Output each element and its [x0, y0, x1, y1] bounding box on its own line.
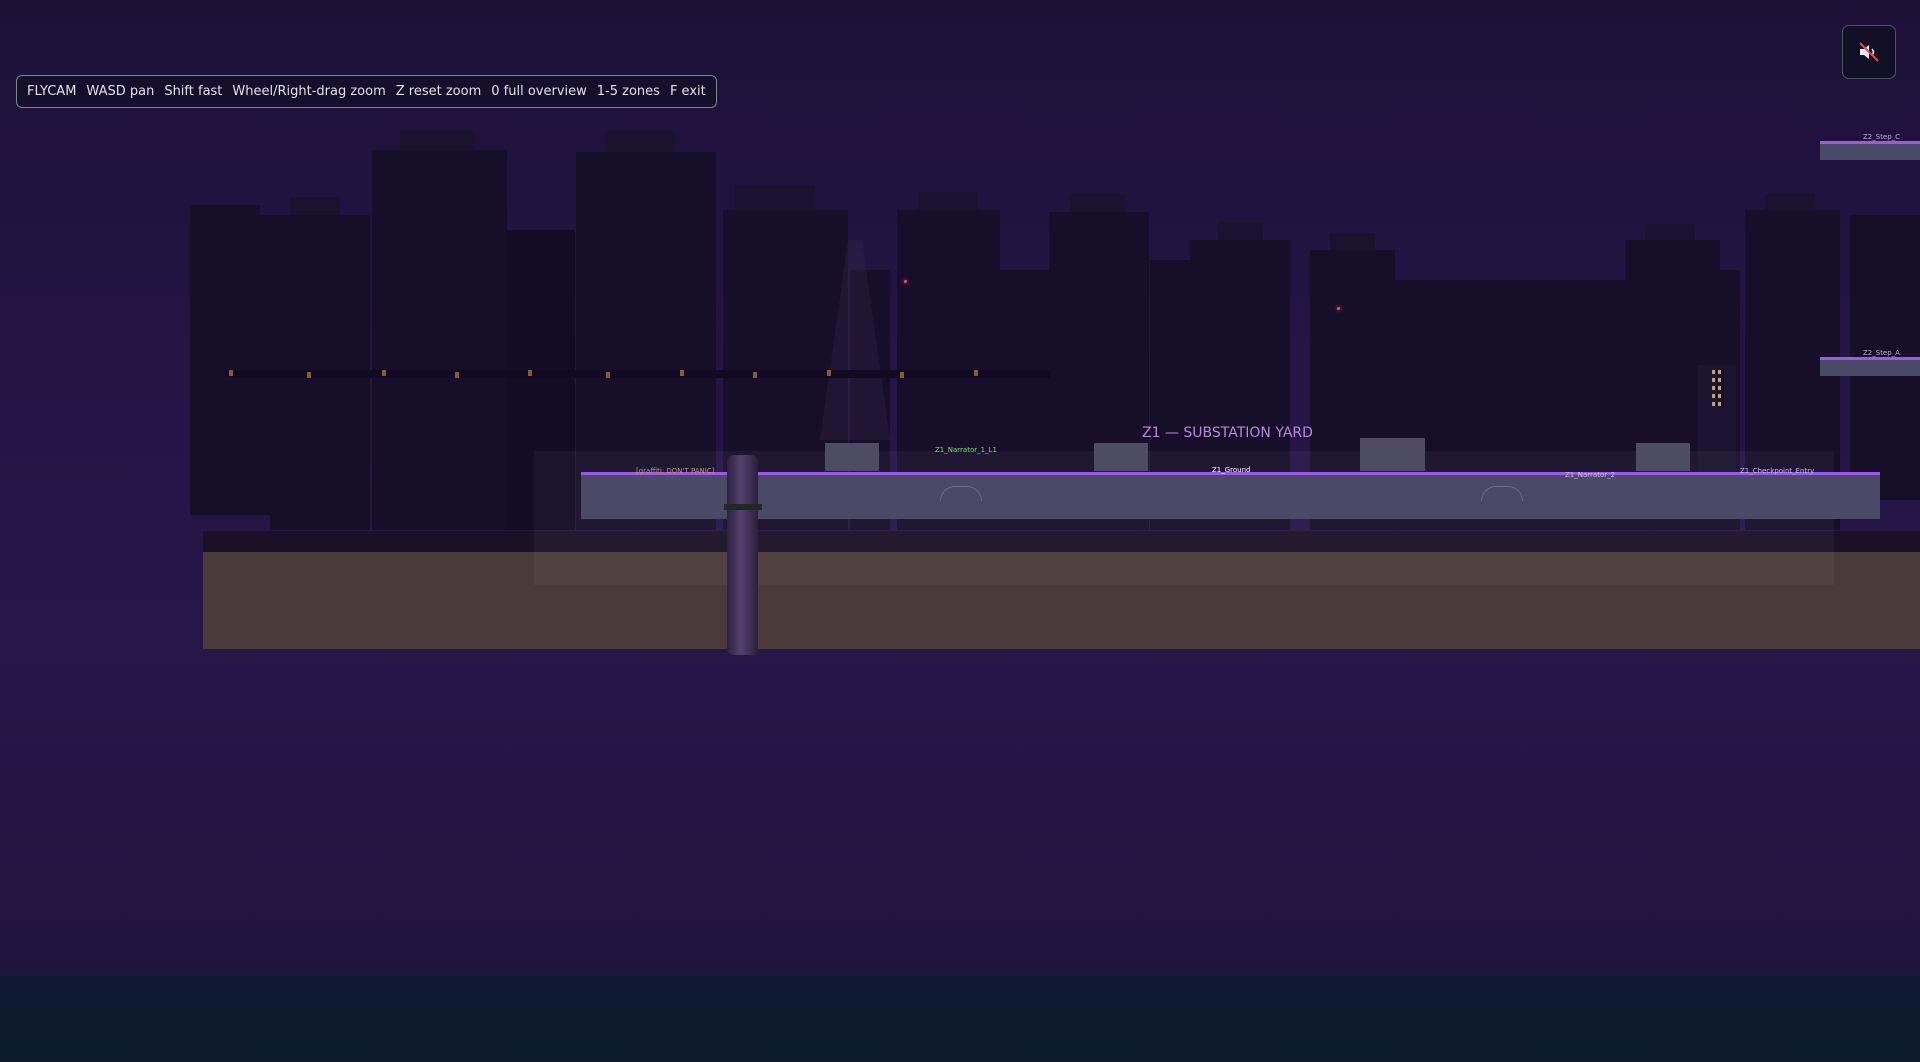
narrator-label: Z1_Narrator_1_L1 [935, 446, 997, 454]
hud-item: WASD pan [86, 84, 155, 99]
step-c-edge [1820, 141, 1920, 144]
step-a-edge [1820, 357, 1920, 360]
pipe-band [724, 504, 762, 510]
platform-arch [1481, 486, 1523, 501]
hud-item: F exit [669, 84, 706, 99]
graffiti-label: [graffiti: DON'T PANIC] [636, 467, 715, 475]
platform-arch [940, 486, 982, 501]
hud-item: Wheel/Right-drag zoom [232, 84, 386, 99]
step-a-platform [1820, 359, 1920, 376]
pipe [727, 455, 758, 655]
speaker-muted-icon [1859, 42, 1879, 62]
zone-title: Z1 — SUBSTATION YARD [1142, 425, 1313, 441]
hud-item: 0 full overview [491, 84, 587, 99]
crate [1360, 438, 1425, 471]
crate [1636, 443, 1690, 471]
narrator-2-label: Z1_Narrator_2 [1565, 471, 1616, 479]
step-c-platform [1820, 143, 1920, 160]
hud-item: 1-5 zones [596, 84, 660, 99]
hud-item: Z reset zoom [395, 84, 482, 99]
crate [1094, 443, 1148, 471]
ground-platform [581, 473, 1880, 519]
hud-item: Shift fast [164, 84, 223, 99]
mute-button[interactable] [1842, 25, 1896, 79]
ground-label: Z1_Ground [1212, 466, 1251, 474]
water [0, 976, 1920, 1062]
crate [825, 443, 879, 471]
hud-item: FLYCAM [27, 84, 77, 99]
flycam-hud: FLYCAM WASD pan Shift fast Wheel/Right-d… [16, 75, 717, 108]
step-a-label: Z2_Step_A [1863, 349, 1900, 357]
step-c-label: Z2_Step_C [1863, 133, 1901, 141]
checkpoint-label: Z1_Checkpoint_Entry [1740, 467, 1815, 475]
